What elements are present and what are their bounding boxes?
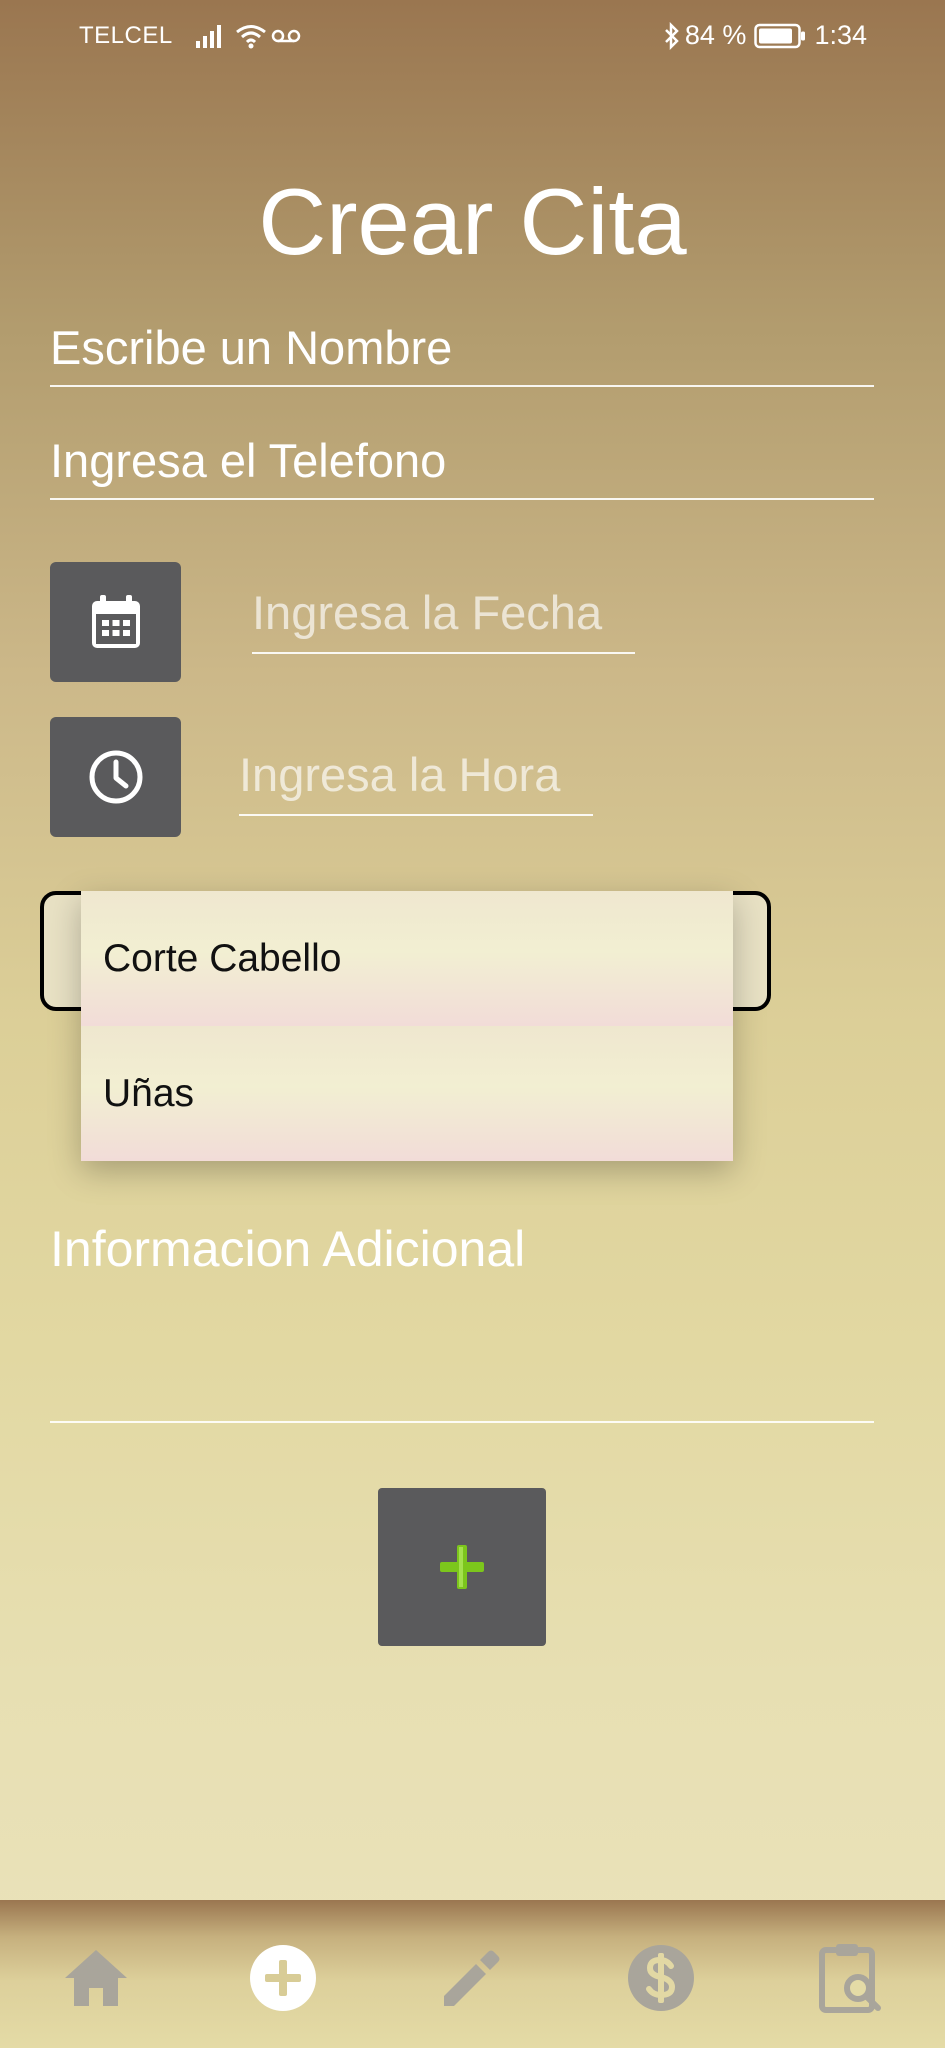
wifi-icon (235, 23, 267, 49)
battery-icon (754, 23, 806, 49)
calendar-icon (91, 595, 140, 648)
service-dropdown-menu: Corte Cabello Uñas (81, 891, 733, 1161)
date-input[interactable]: Ingresa la Fecha (252, 585, 635, 654)
nav-add[interactable] (243, 1938, 323, 2018)
carrier-label: TELCEL (79, 22, 173, 49)
bottom-navigation (0, 1900, 945, 2048)
time-picker-button[interactable] (50, 717, 181, 837)
date-picker-button[interactable] (50, 562, 181, 682)
home-icon (65, 1950, 127, 2006)
nav-search-appointments[interactable] (810, 1938, 890, 2018)
signal-icon (195, 23, 225, 49)
clock-icon (89, 750, 142, 804)
add-circle-icon (250, 1945, 316, 2011)
additional-info-input[interactable]: Informacion Adicional (50, 1220, 874, 1278)
dollar-icon (628, 1945, 694, 2011)
status-bar: TELCEL 84 % 1:34 (0, 0, 945, 72)
additional-info-underline (50, 1421, 874, 1423)
voicemail-icon (271, 26, 301, 46)
add-appointment-button[interactable] (378, 1488, 546, 1646)
page-title: Crear Cita (258, 169, 687, 274)
plus-icon (440, 1545, 484, 1589)
phone-input[interactable]: Ingresa el Telefono (50, 433, 874, 500)
name-input[interactable]: Escribe un Nombre (50, 320, 874, 387)
clock-time: 1:34 (814, 20, 867, 50)
bluetooth-icon (663, 21, 681, 50)
nav-edit[interactable] (430, 1938, 510, 2018)
clipboard-search-icon (819, 1944, 881, 2013)
nav-payments[interactable] (621, 1938, 701, 2018)
pencil-icon (444, 1950, 500, 2006)
dropdown-option-corte-cabello[interactable]: Corte Cabello (81, 891, 733, 1026)
dropdown-option-unas[interactable]: Uñas (81, 1026, 733, 1161)
battery-percent: 84 % (684, 20, 747, 50)
nav-home[interactable] (56, 1938, 136, 2018)
time-input[interactable]: Ingresa la Hora (239, 747, 593, 816)
